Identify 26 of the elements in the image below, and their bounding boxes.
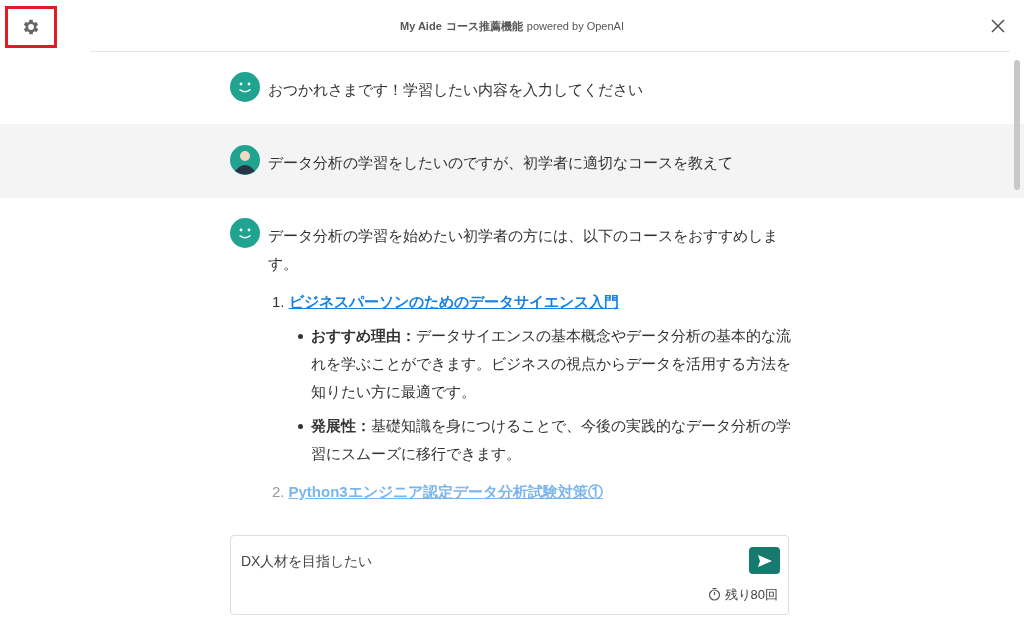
smiley-avatar-icon [230,72,260,102]
remaining-count: 残り80回 [724,585,778,604]
stopwatch-icon [707,587,721,602]
settings-button[interactable] [5,6,57,48]
smiley-avatar-icon [230,218,260,248]
course-link[interactable]: ビジネスパーソンのためのデータサイエンス入門 [288,288,619,316]
send-icon [757,554,772,567]
message-text: データ分析の学習をしたいのですが、初学者に適切なコースを教えて [268,153,734,173]
close-button[interactable] [990,18,1006,34]
send-button[interactable] [749,547,780,574]
user-avatar-icon [230,145,260,175]
app-title: My Aide [400,18,442,34]
settings-icon [21,17,41,37]
scrollbar[interactable] [1014,60,1020,190]
list-number: 2. [272,482,285,502]
bullet-icon [298,334,303,339]
bullet-text: おすすめ理由：データサイエンスの基本概念やデータ分析の基本的な流れを学ぶことができます。ビジネスの視点からデータを活用する方法を知りたい方に最適です。 [311,327,792,402]
bullet-text: 発展性：基礎知識を身につけることで、今後の実践的なデータ分析の学習にスムーズに移行できます。 [311,417,792,464]
bullet-icon [298,424,303,429]
message-text: データ分析の学習を始めたい初学者の方には、以下のコースをおすすめします。 [268,226,779,274]
powered-by-text: powered by OpenAI [526,18,624,34]
message-input[interactable]: DX人材を目指したい [241,551,373,572]
message-text: おつかれさまです！学習したい内容を入力してください [268,80,644,100]
feature-title: コース推薦機能 [445,18,523,34]
message-input-box[interactable]: DX人材を目指したい 残り80回 [230,535,789,615]
list-number: 1. [272,292,285,312]
